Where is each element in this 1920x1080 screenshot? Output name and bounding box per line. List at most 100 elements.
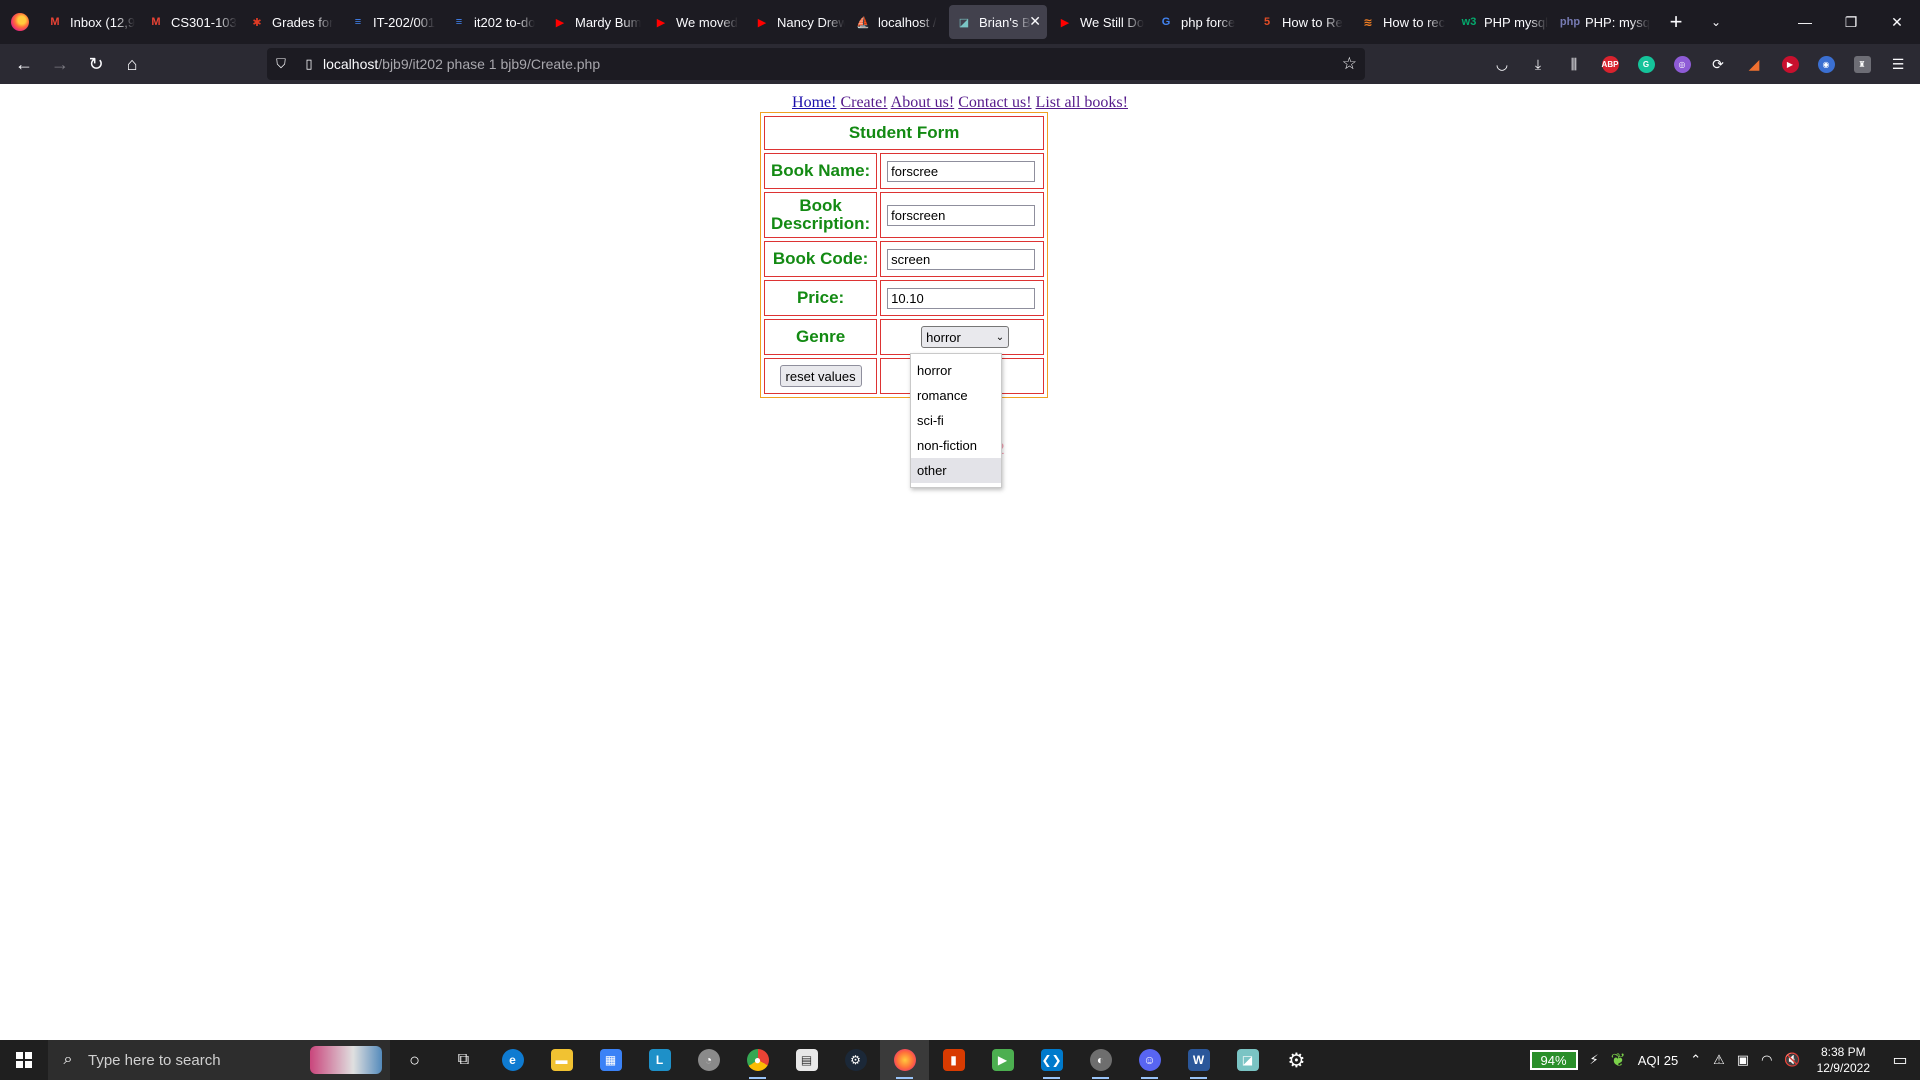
office-icon[interactable]: ▮ xyxy=(929,1040,978,1080)
book-code-label: Book Code: xyxy=(764,241,878,277)
list-all-tabs-icon[interactable]: ⌄ xyxy=(1696,15,1736,29)
student-form: Student Form Book Name: Book Description… xyxy=(760,112,1049,398)
browser-tab[interactable]: ▶ We moved xyxy=(646,5,744,39)
extension-purple-icon[interactable]: ◎ xyxy=(1664,48,1700,80)
price-input[interactable] xyxy=(887,287,1036,309)
l-app-icon[interactable]: L xyxy=(635,1040,684,1080)
extension-sync-icon[interactable]: ⟳ xyxy=(1700,48,1736,80)
shield-icon[interactable]: ⛉ xyxy=(267,56,295,72)
minimize-icon[interactable]: — xyxy=(1782,0,1828,44)
browser-tab[interactable]: ≋ How to rec xyxy=(1353,5,1451,39)
genre-option[interactable]: sci-fi xyxy=(911,408,1001,433)
task-view-icon[interactable]: ⧉ xyxy=(439,1040,488,1080)
browser-tab[interactable]: M Inbox (12,9 xyxy=(40,5,138,39)
genre-option[interactable]: non-fiction xyxy=(911,433,1001,458)
edge-icon[interactable]: e xyxy=(488,1040,537,1080)
stackoverflow-icon: ≋ xyxy=(1363,16,1373,29)
forward-icon[interactable]: → xyxy=(42,48,78,80)
browser-tab[interactable]: php PHP: mysq xyxy=(1555,5,1653,39)
new-tab-icon[interactable]: + xyxy=(1656,9,1696,35)
browser-tab[interactable]: ▶ We Still Do xyxy=(1050,5,1148,39)
github-desktop-icon[interactable]: ◐ xyxy=(1076,1040,1125,1080)
search-icon: ⌕ xyxy=(63,1051,73,1068)
speaker-muted-icon[interactable]: 🔇 xyxy=(1784,1052,1800,1068)
sheets-app-icon[interactable]: ◪ xyxy=(1223,1040,1272,1080)
browser-tab[interactable]: ≡ IT-202/001 xyxy=(343,5,441,39)
adblock-icon[interactable]: ABP xyxy=(1592,48,1628,80)
notepad-icon[interactable]: ▤ xyxy=(782,1040,831,1080)
discord-icon[interactable]: ☺ xyxy=(1125,1040,1174,1080)
firefox-icon[interactable] xyxy=(880,1040,929,1080)
chrome-icon[interactable]: ● xyxy=(733,1040,782,1080)
restore-icon[interactable]: ❐ xyxy=(1828,0,1874,44)
close-tab-icon[interactable]: ✕ xyxy=(1029,13,1041,30)
aqi-label[interactable]: AQI 25 xyxy=(1638,1053,1678,1068)
canvas-icon: ✱ xyxy=(252,16,262,29)
nav-home-link[interactable]: Home! xyxy=(792,94,836,111)
home-icon[interactable]: ⌂ xyxy=(114,48,150,80)
page-info-icon[interactable]: ▯ xyxy=(295,56,323,72)
media-player-icon[interactable]: ▶ xyxy=(978,1040,1027,1080)
firefox-menu-icon[interactable] xyxy=(0,0,40,44)
network-warning-icon[interactable]: ⚠ xyxy=(1713,1052,1725,1068)
book-description-label: Book Description: xyxy=(764,192,878,238)
reload-icon[interactable]: ↻ xyxy=(78,48,114,80)
cortana-icon[interactable]: ○ xyxy=(390,1040,439,1080)
wifi-icon[interactable]: ◠ xyxy=(1761,1052,1772,1068)
genre-option[interactable]: horror xyxy=(911,358,1001,383)
downloads-icon[interactable]: ⤓ xyxy=(1520,48,1556,80)
snipping-icon[interactable]: ◔ xyxy=(684,1040,733,1080)
bookmark-star-icon[interactable]: ☆ xyxy=(1342,54,1357,74)
browser-tab[interactable]: ◪ Brian's B ✕ xyxy=(949,5,1047,39)
display-icon[interactable]: ▣ xyxy=(1737,1052,1749,1068)
store-icon[interactable]: ▦ xyxy=(586,1040,635,1080)
close-window-icon[interactable]: ✕ xyxy=(1874,0,1920,44)
file-explorer-icon[interactable]: ▬ xyxy=(537,1040,586,1080)
browser-tab[interactable]: Gphp force xyxy=(1151,5,1249,39)
settings-icon[interactable]: ⚙ xyxy=(1272,1040,1321,1080)
vscode-icon[interactable]: ❮❯ xyxy=(1027,1040,1076,1080)
browser-tab[interactable]: w3 PHP mysql xyxy=(1454,5,1552,39)
leaf-icon[interactable]: ❦ xyxy=(1611,1050,1626,1071)
browser-tab[interactable]: M CS301-103 xyxy=(141,5,239,39)
chevron-up-icon[interactable]: ⌃ xyxy=(1690,1052,1701,1068)
browser-tab[interactable]: ≡ it202 to-do xyxy=(444,5,542,39)
extension-orange-icon[interactable]: ◢ xyxy=(1736,48,1772,80)
battery-indicator[interactable]: 94% xyxy=(1529,1050,1578,1070)
genre-select[interactable]: horror ⌄ xyxy=(921,326,1010,348)
genre-option[interactable]: other xyxy=(911,458,1001,483)
word-icon[interactable]: W xyxy=(1174,1040,1223,1080)
extensions-icon[interactable]: ♜ xyxy=(1844,48,1880,80)
system-tray: 94% ⚡ ❦ AQI 25 ⌃ ⚠ ▣ ◠ 🔇 8:38 PM 12/9/20… xyxy=(1529,1040,1920,1080)
library-icon[interactable]: ⫼ xyxy=(1556,48,1592,80)
nav-contact-link[interactable]: Contact us! xyxy=(958,94,1031,111)
browser-tab[interactable]: ▶ Nancy Drew xyxy=(747,5,845,39)
windows-start-icon[interactable] xyxy=(0,1040,48,1080)
steam-icon[interactable]: ⚙ xyxy=(831,1040,880,1080)
browser-tab-label: it202 to-do xyxy=(474,14,536,30)
book-name-input[interactable] xyxy=(887,160,1036,182)
book-description-input[interactable] xyxy=(887,204,1036,226)
notifications-icon[interactable]: ▭ xyxy=(1880,1050,1920,1070)
window-controls: — ❐ ✕ xyxy=(1782,0,1920,44)
grammarly-icon[interactable]: G xyxy=(1628,48,1664,80)
genre-option[interactable]: romance xyxy=(911,383,1001,408)
nav-about-link[interactable]: About us! xyxy=(891,94,955,111)
reset-values-button[interactable]: reset values xyxy=(779,365,862,387)
taskbar-search[interactable]: ⌕ Type here to search xyxy=(48,1040,390,1080)
book-code-input[interactable] xyxy=(887,248,1036,270)
url-bar[interactable]: ⛉ ▯ localhost/bjb9/it202 phase 1 bjb9/Cr… xyxy=(267,48,1365,80)
clock[interactable]: 8:38 PM 12/9/2022 xyxy=(1817,1044,1870,1076)
extension-blue-icon[interactable]: ◉ xyxy=(1808,48,1844,80)
clock-time: 8:38 PM xyxy=(1820,1045,1866,1059)
browser-tab[interactable]: ⛵ localhost / xyxy=(848,5,946,39)
browser-tab[interactable]: 5 How to Re xyxy=(1252,5,1350,39)
back-icon[interactable]: ← xyxy=(6,48,42,80)
browser-tab[interactable]: ▶ Mardy Bum xyxy=(545,5,643,39)
extension-red-icon[interactable]: ▶ xyxy=(1772,48,1808,80)
menu-icon[interactable]: ☰ xyxy=(1880,48,1916,80)
pocket-icon[interactable]: ◡ xyxy=(1484,48,1520,80)
browser-tab[interactable]: ✱ Grades for xyxy=(242,5,340,39)
nav-create-link[interactable]: Create! xyxy=(840,94,887,111)
nav-list-books-link[interactable]: List all books! xyxy=(1036,94,1128,111)
